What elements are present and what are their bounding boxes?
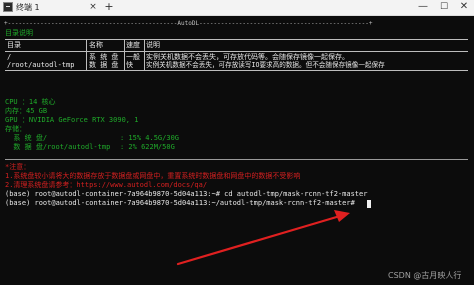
csdn-watermark: CSDN @古月映人行 — [388, 271, 462, 280]
annotation-arrow — [176, 210, 350, 266]
